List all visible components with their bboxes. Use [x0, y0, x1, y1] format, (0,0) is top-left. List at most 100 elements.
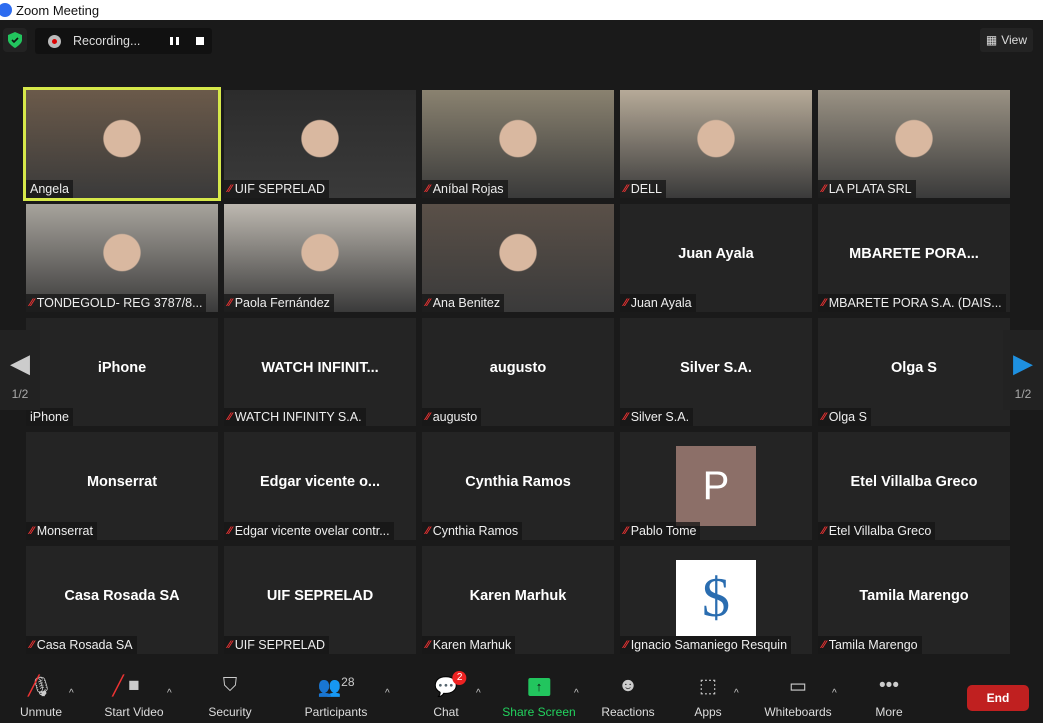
more-label: More	[875, 705, 903, 719]
next-page-button[interactable]: ▶ 1/2	[1003, 330, 1043, 410]
participant-tile[interactable]: Angela	[23, 87, 221, 201]
participant-name-label: ⁄⁄ Olga S	[818, 408, 871, 426]
end-meeting-button[interactable]: End	[967, 685, 1029, 711]
participant-tile[interactable]: ⁄⁄ LA PLATA SRL	[818, 90, 1010, 198]
view-button[interactable]: ▦ View	[979, 28, 1033, 52]
microphone-muted-icon: ⁄⁄	[426, 639, 430, 651]
participant-name: Aníbal Rojas	[432, 182, 504, 196]
participants-button[interactable]: 👥28 Participants	[305, 675, 368, 719]
participant-tile[interactable]: UIF SEPRELAD ⁄⁄ UIF SEPRELAD	[224, 546, 416, 654]
participant-name-label: ⁄⁄ Silver S.A.	[620, 408, 694, 426]
whiteboards-button[interactable]: ▭ Whiteboards	[764, 675, 831, 719]
participant-tile[interactable]: Etel Villalba Greco ⁄⁄ Etel Villalba Greco	[818, 432, 1010, 540]
participant-display-name: Olga S	[891, 360, 937, 376]
participant-tile[interactable]: iPhone iPhone	[26, 318, 218, 426]
participant-name: WATCH INFINITY S.A.	[234, 410, 362, 424]
participant-name: iPhone	[30, 410, 69, 424]
participant-tile[interactable]: P ⁄⁄ Pablo Tome	[620, 432, 812, 540]
participant-name-label: ⁄⁄ Ignacio Samaniego Resquin	[620, 636, 792, 654]
participant-name: Tamila Marengo	[828, 638, 918, 652]
participant-name-label: ⁄⁄ LA PLATA SRL	[818, 180, 916, 198]
chat-label: Chat	[433, 705, 459, 719]
chevron-left-icon: ◀	[10, 348, 30, 378]
security-label: Security	[208, 705, 252, 719]
grid-icon: ▦	[985, 33, 998, 47]
participant-display-name: Casa Rosada SA	[64, 588, 180, 604]
participant-display-name: Silver S.A.	[680, 360, 752, 376]
participant-name-label: ⁄⁄ Casa Rosada SA	[26, 636, 137, 654]
apps-button[interactable]: ⬚ Apps	[694, 675, 721, 719]
participant-tile[interactable]: Cynthia Ramos ⁄⁄ Cynthia Ramos	[422, 432, 614, 540]
pause-recording-button[interactable]	[170, 37, 179, 45]
participant-display-name: Etel Villalba Greco	[850, 474, 978, 490]
chat-options-caret[interactable]: ^	[476, 688, 481, 699]
participant-display-name: Edgar vicente o...	[259, 474, 381, 490]
participant-name: TONDEGOLD- REG 3787/8...	[36, 296, 203, 310]
participant-tile[interactable]: Silver S.A. ⁄⁄ Silver S.A.	[620, 318, 812, 426]
whiteboards-options-caret[interactable]: ^	[832, 688, 837, 699]
microphone-muted-icon: ⁄⁄	[822, 183, 826, 195]
participant-name: DELL	[630, 182, 662, 196]
whiteboards-label: Whiteboards	[764, 705, 832, 719]
participant-name: Edgar vicente ovelar contr...	[234, 524, 390, 538]
reactions-button[interactable]: ☻ Reactions	[601, 675, 654, 719]
participants-label: Participants	[304, 705, 368, 719]
participant-tile[interactable]: Casa Rosada SA ⁄⁄ Casa Rosada SA	[26, 546, 218, 654]
participant-tile[interactable]: augusto ⁄⁄ augusto	[422, 318, 614, 426]
participant-display-name: WATCH INFINIT...	[261, 360, 379, 376]
microphone-muted-icon: ⁄⁄	[228, 639, 232, 651]
encryption-shield-icon[interactable]	[3, 28, 27, 52]
chat-button[interactable]: 💬 2 Chat	[433, 671, 467, 719]
participant-name: Casa Rosada SA	[36, 638, 133, 652]
participant-display-name: Juan Ayala	[678, 246, 754, 262]
participant-name-label: ⁄⁄ Aníbal Rojas	[422, 180, 508, 198]
participant-tile[interactable]: $ ⁄⁄ Ignacio Samaniego Resquin	[620, 546, 812, 654]
stop-recording-button[interactable]	[196, 37, 204, 45]
participant-name: Cynthia Ramos	[432, 524, 519, 538]
participant-tile[interactable]: ⁄⁄ Paola Fernández	[224, 204, 416, 312]
more-button[interactable]: ••• More	[875, 675, 902, 719]
participant-name-label: ⁄⁄ Paola Fernández	[224, 294, 334, 312]
microphone-muted-icon: ⁄⁄	[426, 411, 430, 423]
participant-display-name: UIF SEPRELAD	[266, 588, 374, 604]
unmute-label: Unmute	[19, 705, 63, 719]
participant-tile[interactable]: Karen Marhuk ⁄⁄ Karen Marhuk	[422, 546, 614, 654]
video-options-caret[interactable]: ^	[167, 688, 172, 699]
participant-tile[interactable]: ⁄⁄ TONDEGOLD- REG 3787/8...	[26, 204, 218, 312]
audio-options-caret[interactable]: ^	[69, 688, 74, 699]
security-button[interactable]: ⛉ Security	[208, 675, 251, 719]
window-title: Zoom Meeting	[16, 2, 100, 18]
participant-display-name: Karen Marhuk	[469, 588, 567, 604]
participant-tile[interactable]: ⁄⁄ UIF SEPRELAD	[224, 90, 416, 198]
participant-tile[interactable]: MBARETE PORA... ⁄⁄ MBARETE PORA S.A. (DAIS…	[818, 204, 1010, 312]
start-video-label: Start Video	[104, 705, 164, 719]
participant-tile[interactable]: ⁄⁄ Ana Benitez	[422, 204, 614, 312]
participant-tile[interactable]: Monserrat ⁄⁄ Monserrat	[26, 432, 218, 540]
recording-indicator: Recording...	[35, 28, 212, 54]
participant-tile[interactable]: ⁄⁄ Aníbal Rojas	[422, 90, 614, 198]
participant-name: Angela	[30, 182, 69, 196]
participant-name: Monserrat	[36, 524, 93, 538]
unmute-button[interactable]: 🎙 ╱ Unmute	[20, 675, 62, 719]
participant-name: Juan Ayala	[630, 296, 692, 310]
participant-tile[interactable]: Juan Ayala ⁄⁄ Juan Ayala	[620, 204, 812, 312]
participants-count: 28	[341, 675, 355, 689]
share-screen-button[interactable]: ↑ Share Screen	[502, 675, 576, 719]
start-video-button[interactable]: ■ ╱ Start Video	[104, 675, 163, 719]
participant-tile[interactable]: Edgar vicente o... ⁄⁄ Edgar vicente ovelar…	[224, 432, 416, 540]
video-off-icon: ■ ╱	[112, 675, 140, 697]
participant-name: UIF SEPRELAD	[234, 182, 325, 196]
participant-name-label: iPhone	[26, 408, 73, 426]
chat-unread-badge: 2	[452, 671, 467, 685]
participants-options-caret[interactable]: ^	[385, 688, 390, 699]
participant-tile[interactable]: ⁄⁄ DELL	[620, 90, 812, 198]
participant-tile[interactable]: WATCH INFINIT... ⁄⁄ WATCH INFINITY S.A.	[224, 318, 416, 426]
previous-page-button[interactable]: ◀ 1/2	[0, 330, 40, 410]
microphone-muted-icon: ⁄⁄	[228, 183, 232, 195]
participant-name-label: ⁄⁄ UIF SEPRELAD	[224, 636, 329, 654]
participant-tile[interactable]: Olga S ⁄⁄ Olga S	[818, 318, 1010, 426]
share-options-caret[interactable]: ^	[574, 688, 579, 699]
participant-name: Paola Fernández	[234, 296, 330, 310]
apps-options-caret[interactable]: ^	[734, 688, 739, 699]
participant-tile[interactable]: Tamila Marengo ⁄⁄ Tamila Marengo	[818, 546, 1010, 654]
